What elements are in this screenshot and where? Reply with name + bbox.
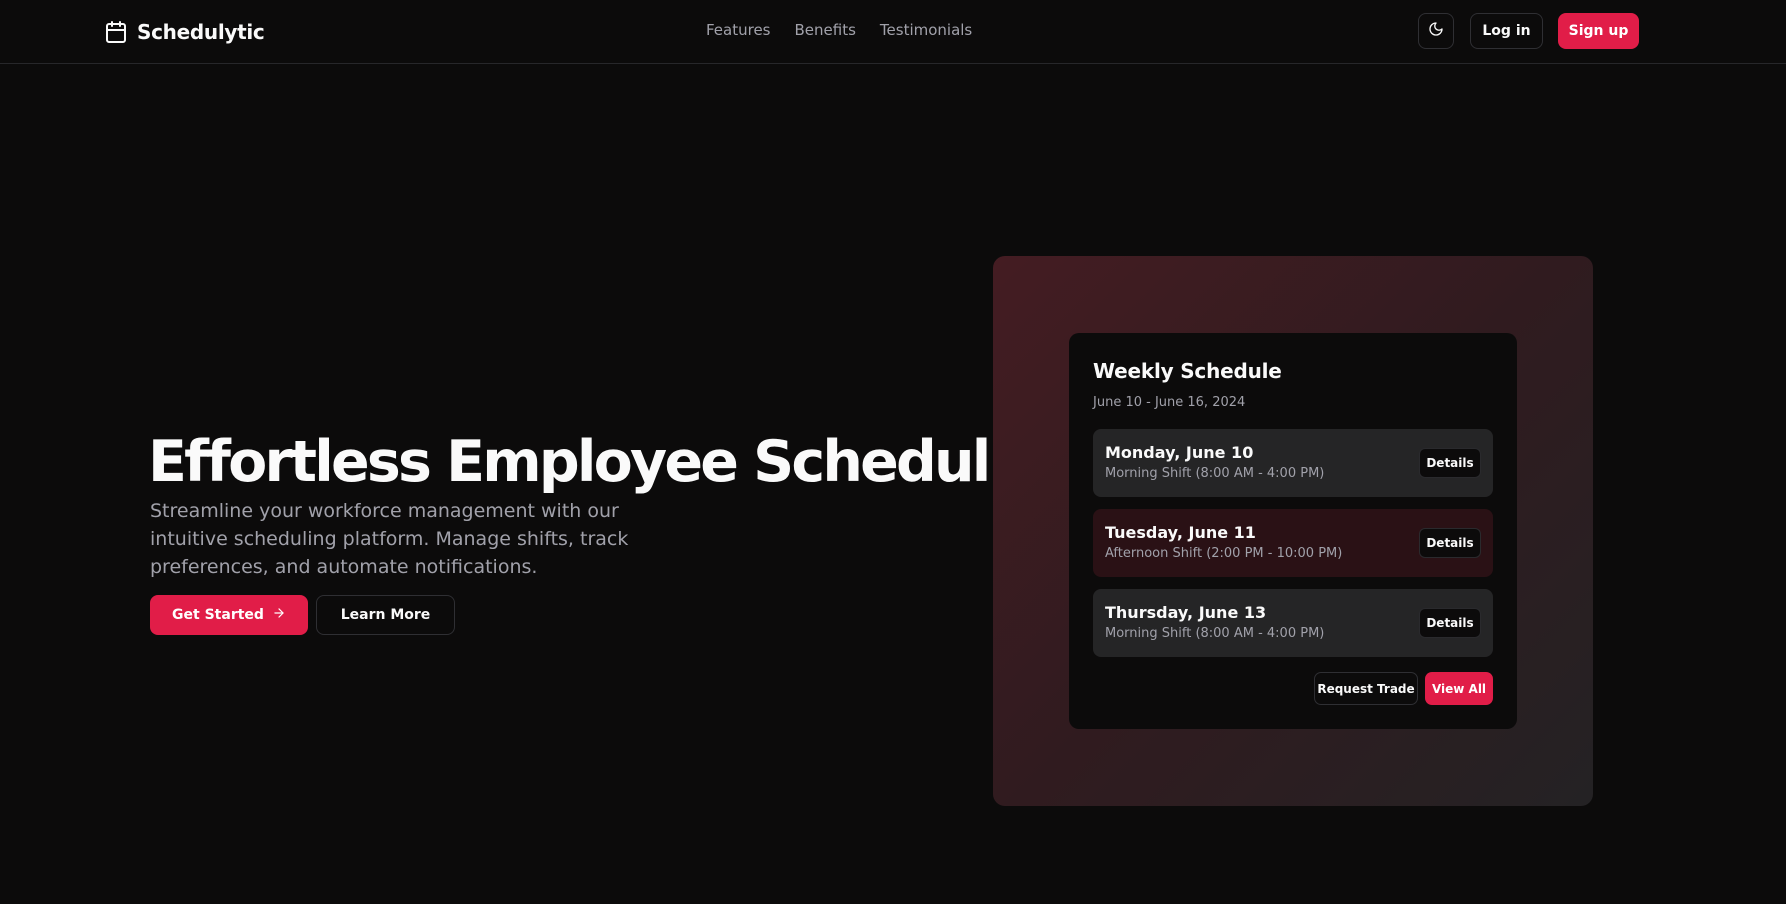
get-started-button[interactable]: Get Started [150,595,308,635]
brand-logo[interactable]: Schedulytic [104,18,265,46]
moon-icon [1428,21,1444,41]
shift-time: Morning Shift (8:00 AM - 4:00 PM) [1105,626,1325,641]
learn-more-button[interactable]: Learn More [316,595,455,635]
shift-day: Tuesday, June 11 [1105,523,1256,542]
hero-title: Effortless Employee Scheduling [148,429,1084,495]
schedule-title: Weekly Schedule [1093,359,1282,383]
arrow-right-icon [272,606,286,624]
view-all-button[interactable]: View All [1425,672,1493,705]
shift-item: Thursday, June 13 Morning Shift (8:00 AM… [1093,589,1493,657]
shift-time: Afternoon Shift (2:00 PM - 10:00 PM) [1105,546,1343,561]
login-button[interactable]: Log in [1470,13,1543,49]
nav-link-benefits[interactable]: Benefits [795,21,856,39]
get-started-label: Get Started [172,607,264,623]
shift-day: Monday, June 10 [1105,443,1254,462]
details-button[interactable]: Details [1419,448,1481,478]
signup-button[interactable]: Sign up [1558,13,1639,49]
brand-name: Schedulytic [137,20,265,44]
request-trade-button[interactable]: Request Trade [1314,672,1418,705]
schedule-date-range: June 10 - June 16, 2024 [1093,395,1246,410]
hero-subtitle: Streamline your workforce management wit… [150,500,629,578]
nav-link-testimonials[interactable]: Testimonials [880,21,972,39]
details-button[interactable]: Details [1419,608,1481,638]
theme-toggle-button[interactable] [1418,13,1454,49]
shift-item: Monday, June 10 Morning Shift (8:00 AM -… [1093,429,1493,497]
calendar-icon [104,20,128,44]
top-navbar: Schedulytic Features Benefits Testimonia… [0,0,1786,64]
shift-item: Tuesday, June 11 Afternoon Shift (2:00 P… [1093,509,1493,577]
nav-link-features[interactable]: Features [706,21,771,39]
details-button[interactable]: Details [1419,528,1481,558]
nav-links: Features Benefits Testimonials [706,21,972,39]
weekly-schedule-card: Weekly Schedule June 10 - June 16, 2024 … [1069,333,1517,729]
shift-day: Thursday, June 13 [1105,603,1267,622]
shift-time: Morning Shift (8:00 AM - 4:00 PM) [1105,466,1325,481]
